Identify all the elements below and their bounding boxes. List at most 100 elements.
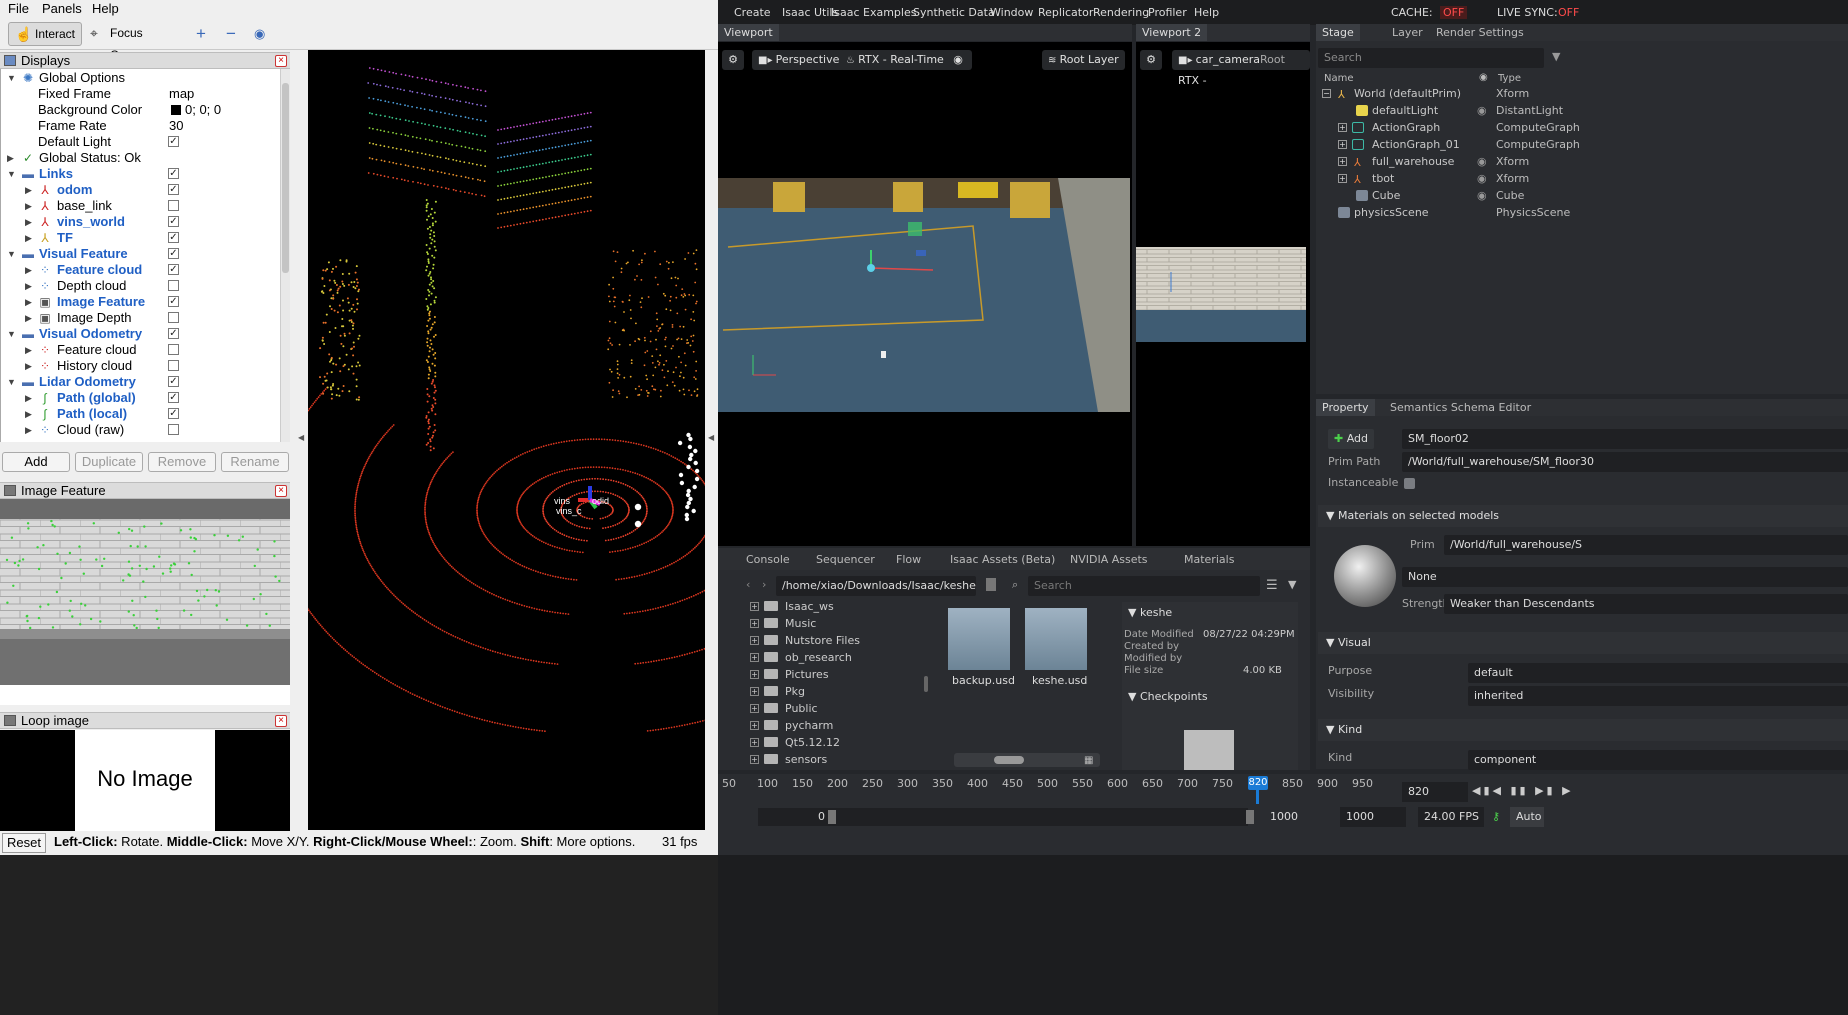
checkbox-checked[interactable]: ✓ [168, 408, 179, 419]
interact-button[interactable]: ☝ Interact [8, 22, 82, 46]
material-prim-field[interactable]: /World/full_warehouse/S [1444, 535, 1848, 555]
expand-icon[interactable]: + [1338, 140, 1347, 149]
collapse-right-icon[interactable]: ◀ [708, 433, 714, 442]
tree-row-links[interactable]: ▼ ▬ Links ✓ [1, 166, 281, 182]
tab-semantics-editor[interactable]: Semantics Schema Editor [1384, 399, 1537, 416]
tree-row-image-feature[interactable]: ▶ ▣ Image Feature ✓ [1, 294, 281, 310]
expand-icon[interactable]: + [750, 704, 759, 713]
menu-isaac-examples[interactable]: Isaac Examples [831, 6, 916, 19]
prim-row-physicsscene[interactable]: physicsScene PhysicsScene [1316, 204, 1570, 221]
checkbox-checked[interactable]: ✓ [168, 376, 179, 387]
checkbox-unchecked[interactable] [168, 312, 179, 323]
prim-row-full-warehouse[interactable]: + ⅄ full_warehouse ◉ Xform [1316, 153, 1566, 170]
eye-icon[interactable]: ◉ [1477, 170, 1487, 187]
tab-console[interactable]: Console [740, 551, 796, 568]
menu-create[interactable]: Create [734, 6, 771, 19]
checkbox-unchecked[interactable] [168, 424, 179, 435]
checkbox-checked[interactable]: ✓ [168, 264, 179, 275]
rename-button[interactable]: Rename [221, 452, 289, 472]
expand-arrow-icon[interactable]: ▶ [25, 422, 32, 438]
file-name[interactable]: backup.usd [952, 674, 1015, 687]
collapse-icon[interactable]: − [1322, 89, 1331, 98]
expand-arrow-icon[interactable]: ▶ [25, 294, 32, 310]
frame-rate-value[interactable]: 30 [169, 118, 183, 134]
expand-icon[interactable]: + [750, 687, 759, 696]
expand-arrow-icon[interactable]: ▶ [7, 150, 14, 166]
close-icon[interactable]: × [275, 55, 287, 67]
stage-search-input[interactable]: Search [1318, 48, 1544, 68]
scroll-thumb[interactable] [282, 83, 289, 273]
prim-row-world[interactable]: − ⅄ World (defaultPrim) Xform [1316, 85, 1566, 102]
viewport-settings-icon[interactable]: ⚙ [722, 50, 744, 70]
range-end-handle[interactable] [1246, 810, 1254, 824]
tab-sequencer[interactable]: Sequencer [810, 551, 881, 568]
tree-row-feature-cloud[interactable]: ▶ ⁘ Feature cloud ✓ [1, 262, 281, 278]
camera-dropdown[interactable]: ■▸ Perspective [752, 50, 846, 70]
expand-icon[interactable]: + [750, 636, 759, 645]
fixed-frame-value[interactable]: map [169, 86, 194, 102]
live-sync-toggle[interactable]: OFF [1558, 6, 1579, 19]
checkbox-checked[interactable]: ✓ [168, 328, 179, 339]
menu-isaac-utils[interactable]: Isaac Utils [782, 6, 838, 19]
remove-button[interactable]: Remove [148, 452, 216, 472]
viewport2-settings-icon[interactable]: ⚙ [1140, 50, 1162, 70]
menu-replicator[interactable]: Replicator [1038, 6, 1093, 19]
tree-row-frame-rate[interactable]: Frame Rate 30 [1, 118, 281, 134]
add-property-button[interactable]: ✚ Add [1328, 429, 1374, 449]
prim-row-actiongraph[interactable]: + ActionGraph ComputeGraph [1316, 119, 1580, 136]
expand-arrow-icon[interactable]: ▼ [7, 374, 16, 390]
expand-arrow-icon[interactable]: ▶ [25, 358, 32, 374]
back-arrow-icon[interactable]: ‹ [746, 578, 750, 591]
expand-icon[interactable]: + [750, 653, 759, 662]
rviz-3d-view[interactable]: vins vins_c odid [274, 50, 916, 830]
tab-nvidia-assets[interactable]: NVIDIA Assets [1064, 551, 1154, 568]
checkbox-checked[interactable]: ✓ [168, 392, 179, 403]
displays-tree[interactable]: ▼ ✺ Global Options Fixed Frame map Backgrou… [0, 69, 280, 442]
camera2-dropdown[interactable]: ■▸ car_cameraRoot RTX - [1172, 50, 1310, 87]
tree-row-global-status[interactable]: ▶ ✓ Global Status: Ok [1, 150, 281, 166]
expand-arrow-icon[interactable]: ▶ [25, 198, 32, 214]
fps-dropdown[interactable]: 24.00 FPS ▼ [1418, 807, 1484, 843]
prim-row-actiongraph-01[interactable]: + ActionGraph_01 ComputeGraph [1316, 136, 1580, 153]
expand-arrow-icon[interactable]: ▶ [25, 182, 32, 198]
tree-row-fixed-frame[interactable]: Fixed Frame map [1, 86, 281, 102]
expand-arrow-icon[interactable]: ▶ [25, 230, 32, 246]
folder-scrollbar[interactable] [924, 676, 928, 692]
tab-stage[interactable]: Stage [1316, 24, 1360, 41]
tree-row-cloud-raw[interactable]: ▶ ⁘ Cloud (raw) [1, 422, 281, 438]
auto-key-button[interactable]: Auto [1510, 807, 1544, 827]
expand-arrow-icon[interactable]: ▼ [7, 246, 16, 262]
expand-arrow-icon[interactable]: ▶ [25, 342, 32, 358]
prim-path-field[interactable]: /World/full_warehouse/SM_floor30 [1402, 452, 1848, 472]
expand-icon[interactable]: + [750, 755, 759, 764]
render-mode-dropdown[interactable]: ♨ RTX - Real-Time [840, 50, 950, 70]
tree-row-vins-world[interactable]: ▶ ⅄ vins_world ✓ [1, 214, 281, 230]
tree-row-background-color[interactable]: Background Color 0; 0; 0 [1, 102, 281, 118]
eye-icon[interactable]: ◉ [1477, 187, 1487, 204]
zoom-slider-thumb[interactable] [994, 756, 1024, 764]
menu-window[interactable]: Window [990, 6, 1033, 19]
tab-isaac-assets[interactable]: Isaac Assets (Beta) [944, 551, 1061, 568]
close-icon[interactable]: × [275, 485, 287, 497]
checkbox-unchecked[interactable] [168, 280, 179, 291]
visual-section-header[interactable]: ▼ Visual [1318, 632, 1848, 654]
materials-section-header[interactable]: ▼ Materials on selected models [1318, 505, 1848, 527]
list-view-icon[interactable]: ☰ [1266, 578, 1278, 593]
file-name[interactable]: keshe.usd [1032, 674, 1087, 687]
expand-icon[interactable]: + [1338, 157, 1347, 166]
kind-section-header[interactable]: ▼ Kind [1318, 719, 1848, 741]
viewport-1[interactable]: ⚙ ■▸ Perspective ♨ RTX - Real-Time ◉ ≋ R… [718, 42, 1132, 546]
tree-scrollbar[interactable] [280, 69, 290, 442]
expand-icon[interactable]: + [750, 670, 759, 679]
playhead[interactable]: 820 [1248, 776, 1268, 790]
tab-viewport[interactable]: Viewport [718, 24, 779, 41]
expand-arrow-icon[interactable]: ▶ [25, 310, 32, 326]
range-slider[interactable]: 0 [758, 808, 1254, 826]
checkbox-checked[interactable]: ✓ [168, 184, 179, 195]
checkbox-checked[interactable]: ✓ [168, 216, 179, 227]
checkbox-unchecked[interactable] [168, 344, 179, 355]
expand-arrow-icon[interactable]: ▶ [25, 214, 32, 230]
expand-arrow-icon[interactable]: ▼ [7, 70, 16, 86]
tree-row-default-light[interactable]: Default Light ✓ [1, 134, 281, 150]
tree-row-vo-feature-cloud[interactable]: ▶ ⁘ Feature cloud [1, 342, 281, 358]
